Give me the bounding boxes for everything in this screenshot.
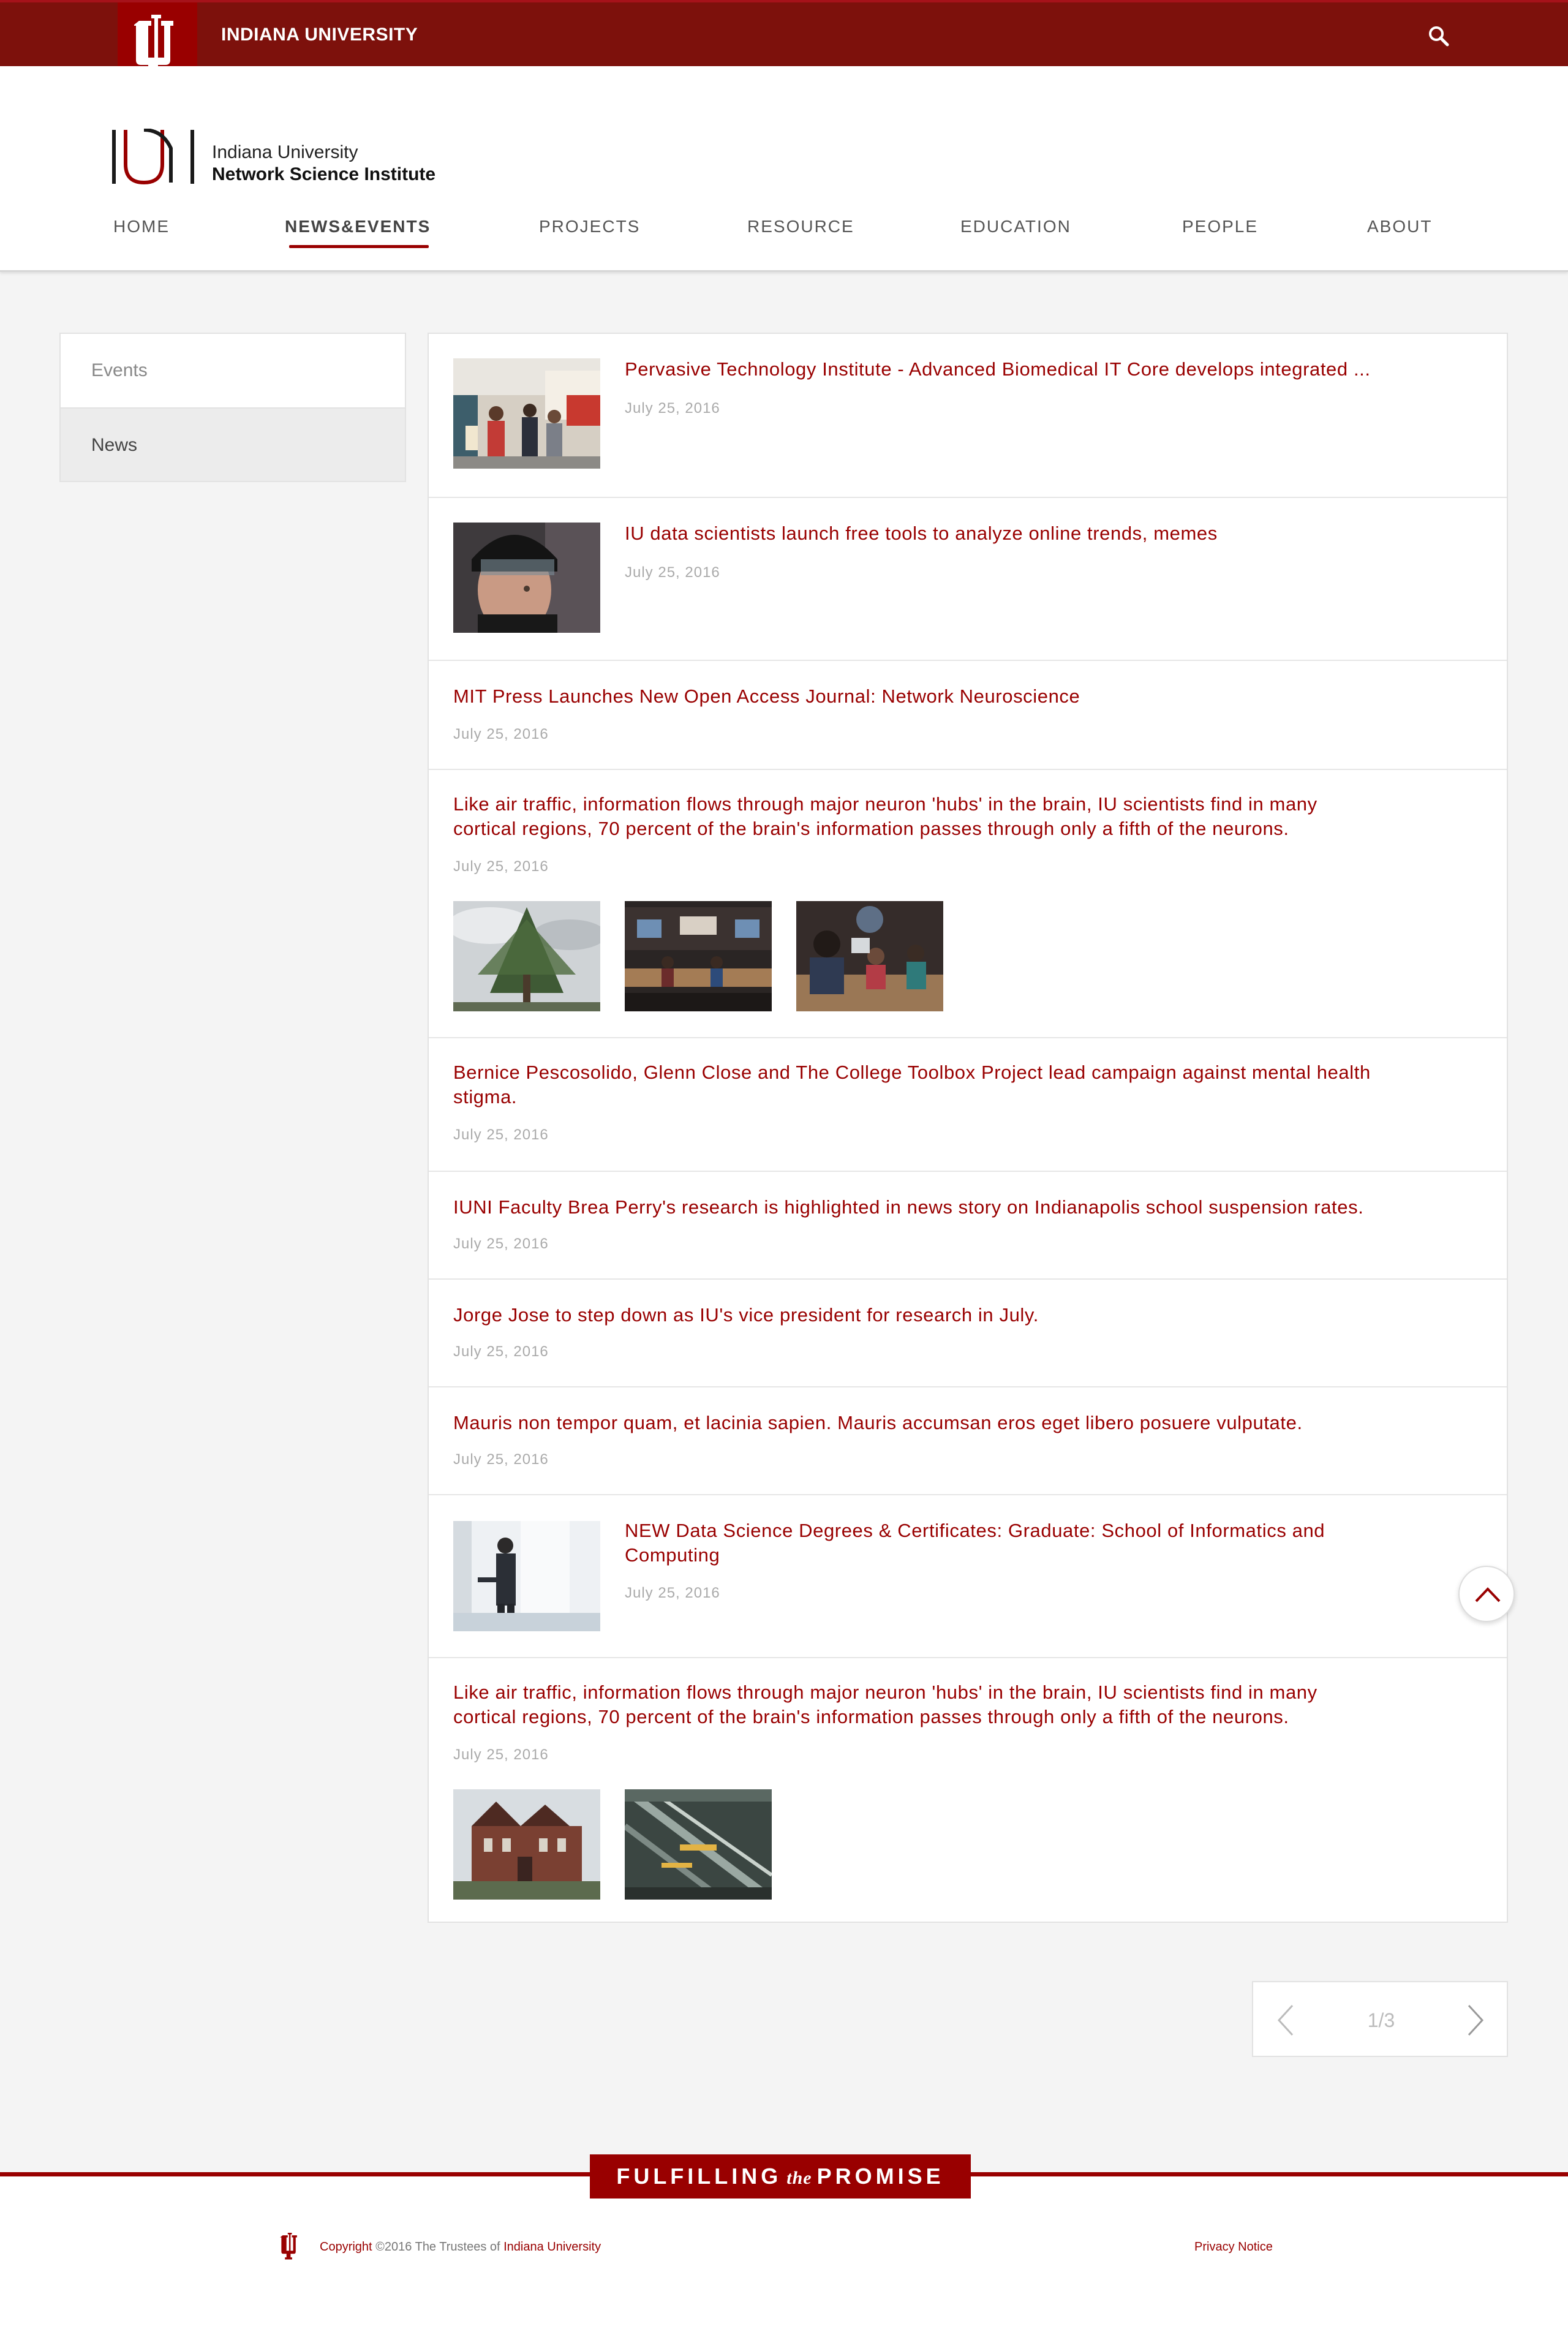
list-item[interactable]: Mauris non tempor quam, et lacinia sapie…	[429, 1387, 1507, 1495]
news-date: July 25, 2016	[453, 1451, 549, 1468]
chevron-up-icon	[1475, 1587, 1501, 1602]
news-list: Pervasive Technology Institute - Advance…	[428, 333, 1508, 1923]
list-item[interactable]: Pervasive Technology Institute - Advance…	[429, 334, 1507, 498]
list-item[interactable]: Bernice Pescosolido, Glenn Close and The…	[429, 1038, 1507, 1172]
iuni-logo[interactable]	[112, 129, 198, 185]
news-title-line-1[interactable]: Like air traffic, information flows thro…	[453, 1680, 1317, 1705]
gallery-image-atrium[interactable]	[625, 1789, 772, 1900]
news-date: July 25, 2016	[453, 1746, 549, 1763]
active-nav-indicator	[289, 245, 429, 248]
news-title[interactable]: Jorge Jose to step down as IU's vice pre…	[453, 1303, 1039, 1327]
pagination: 1/3	[1252, 1981, 1508, 2057]
news-thumbnail[interactable]	[453, 523, 600, 633]
chevron-right-icon[interactable]	[1466, 2004, 1485, 2036]
news-date: July 25, 2016	[625, 400, 720, 417]
list-item[interactable]: Jorge Jose to step down as IU's vice pre…	[429, 1280, 1507, 1387]
gallery-image-students[interactable]	[796, 901, 943, 1011]
news-title[interactable]: Pervasive Technology Institute - Advance…	[625, 357, 1371, 382]
nav-news-events[interactable]: NEWS&EVENTS	[285, 217, 431, 236]
search-icon[interactable]	[1428, 26, 1449, 47]
university-name[interactable]: INDIANA UNIVERSITY	[221, 25, 418, 45]
news-date: July 25, 2016	[625, 564, 720, 581]
site-footer: Copyright ©2016 The Trustees of Indiana …	[0, 2176, 1568, 2340]
news-title-line-1[interactable]: NEW Data Science Degrees & Certificates:…	[625, 1519, 1325, 1543]
news-date: July 25, 2016	[625, 1585, 720, 1601]
back-to-top-button[interactable]	[1458, 1566, 1515, 1622]
list-item[interactable]: IUNI Faculty Brea Perry's research is hi…	[429, 1172, 1507, 1280]
news-date: July 25, 2016	[453, 1343, 549, 1360]
banner-word-fulfilling: FULFILLING	[616, 2164, 782, 2189]
news-title-line-1[interactable]: Like air traffic, information flows thro…	[453, 792, 1317, 817]
news-title-line-1[interactable]: Bernice Pescosolido, Glenn Close and The…	[453, 1060, 1371, 1085]
sidebar-item-events[interactable]: Events	[61, 334, 405, 407]
news-date: July 25, 2016	[453, 1236, 549, 1252]
news-title[interactable]: MIT Press Launches New Open Access Journ…	[453, 684, 1080, 709]
copyright-link[interactable]: Copyright	[320, 2240, 372, 2254]
nav-resource[interactable]: RESOURCE	[747, 217, 854, 236]
list-item[interactable]: NEW Data Science Degrees & Certificates:…	[429, 1495, 1507, 1658]
list-item[interactable]: Like air traffic, information flows thro…	[429, 1658, 1507, 1922]
copyright-text: Copyright ©2016 The Trustees of Indiana …	[320, 2240, 601, 2254]
nav-about[interactable]: ABOUT	[1367, 217, 1432, 236]
sidebar-item-news[interactable]: News	[61, 407, 405, 481]
site-header: Indiana University Network Science Insti…	[0, 66, 1568, 272]
gallery-image-building[interactable]	[453, 1789, 600, 1900]
news-thumbnail[interactable]	[453, 358, 600, 469]
main-nav: HOME NEWS&EVENTS PROJECTS RESOURCE EDUCA…	[0, 217, 1568, 254]
nav-home[interactable]: HOME	[113, 217, 170, 236]
gallery-image-tree[interactable]	[453, 901, 600, 1011]
news-date: July 25, 2016	[453, 726, 549, 742]
nav-people[interactable]: PEOPLE	[1182, 217, 1258, 236]
indiana-university-link[interactable]: Indiana University	[503, 2240, 601, 2254]
news-title[interactable]: IU data scientists launch free tools to …	[625, 521, 1218, 546]
banner-word-the: the	[786, 2168, 812, 2188]
banner-word-promise: PROMISE	[816, 2164, 944, 2189]
nav-projects[interactable]: PROJECTS	[539, 217, 640, 236]
privacy-notice-link[interactable]: Privacy Notice	[1194, 2240, 1273, 2254]
sidebar: Events News	[59, 333, 406, 482]
iu-top-bar: INDIANA UNIVERSITY	[0, 0, 1568, 94]
news-title[interactable]: Mauris non tempor quam, et lacinia sapie…	[453, 1411, 1303, 1435]
copyright-mid: ©2016 The Trustees of	[375, 2240, 500, 2254]
list-item[interactable]: Like air traffic, information flows thro…	[429, 770, 1507, 1038]
news-title-line-2[interactable]: cortical regions, 70 percent of the brai…	[453, 1705, 1289, 1729]
news-thumbnail[interactable]	[453, 1521, 600, 1631]
logo-line-1: Indiana University	[212, 142, 358, 162]
news-title-line-2[interactable]: Computing	[625, 1543, 720, 1568]
list-item[interactable]: IU data scientists launch free tools to …	[429, 498, 1507, 661]
list-item[interactable]: MIT Press Launches New Open Access Journ…	[429, 661, 1507, 770]
news-title[interactable]: IUNI Faculty Brea Perry's research is hi…	[453, 1195, 1363, 1220]
news-title-line-2[interactable]: stigma.	[453, 1085, 517, 1109]
news-date: July 25, 2016	[453, 1127, 549, 1143]
trident-icon[interactable]	[279, 2233, 301, 2261]
news-title-line-2[interactable]: cortical regions, 70 percent of the brai…	[453, 817, 1289, 841]
nav-education[interactable]: EDUCATION	[960, 217, 1071, 236]
fulfilling-the-promise-banner: FULFILLING the PROMISE	[590, 2154, 971, 2198]
news-date: July 25, 2016	[453, 858, 549, 875]
logo-line-2: Network Science Institute	[212, 164, 436, 184]
gallery-image-lab[interactable]	[625, 901, 772, 1011]
